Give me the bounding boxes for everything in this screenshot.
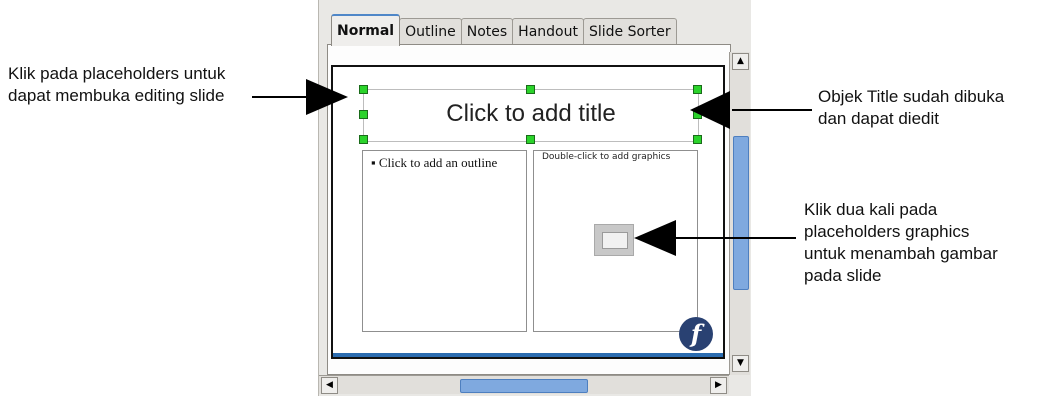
arrow-left-callout xyxy=(252,79,348,115)
arrow-graphics-callout xyxy=(634,220,796,256)
callout-arrows xyxy=(252,79,812,256)
tab-normal[interactable]: Normal xyxy=(331,14,401,46)
arrow-title-callout xyxy=(690,91,812,129)
